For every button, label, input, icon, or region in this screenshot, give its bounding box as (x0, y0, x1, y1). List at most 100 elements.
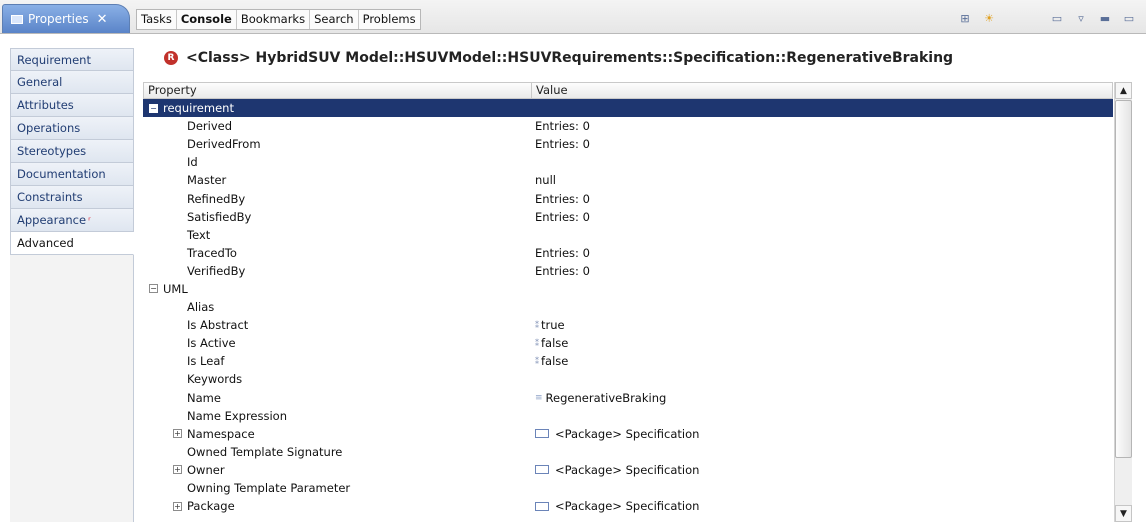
property-name: Id (187, 155, 198, 170)
property-value-cell[interactable]: <Package> Specification (531, 425, 1113, 443)
property-value-cell[interactable]: <Package> Specification (531, 497, 1113, 515)
property-value: null (535, 173, 556, 188)
table-row[interactable]: TracedTo Entries: 0 (143, 244, 1113, 262)
maximize-icon[interactable]: ▭ (1120, 9, 1138, 27)
literal-icon: ⁑ (535, 338, 539, 348)
scroll-thumb[interactable] (1115, 100, 1132, 458)
table-row[interactable]: SatisfiedBy Entries: 0 (143, 208, 1113, 226)
property-value: Entries: 0 (535, 191, 590, 206)
property-value-cell[interactable] (531, 370, 1113, 388)
show-categories-icon[interactable]: ⊞ (956, 9, 974, 27)
literal-icon: ⁑ (535, 356, 539, 366)
property-value-cell[interactable]: ≡ RegenerativeBraking (531, 389, 1113, 407)
property-value-cell[interactable]: Entries: 0 (531, 244, 1113, 262)
property-value-cell[interactable] (531, 479, 1113, 497)
scroll-down-icon[interactable]: ▼ (1115, 505, 1132, 522)
table-row[interactable]: Name Expression (143, 407, 1113, 425)
table-row[interactable]: Id (143, 153, 1113, 171)
table-row[interactable]: Keywords (143, 370, 1113, 388)
table-row[interactable]: DerivedFrom Entries: 0 (143, 135, 1113, 153)
table-row[interactable]: VerifiedBy Entries: 0 (143, 262, 1113, 280)
table-row[interactable]: − requirement (143, 99, 1113, 118)
sidebar-item-requirement[interactable]: Requirement (10, 48, 134, 71)
table-row[interactable]: Name ≡ RegenerativeBraking (143, 389, 1113, 407)
table-row[interactable]: Alias (143, 298, 1113, 316)
property-value-cell[interactable]: Entries: 0 (531, 135, 1113, 153)
view-menu-icon[interactable]: ▿ (1072, 9, 1090, 27)
property-name: Is Abstract (187, 318, 249, 333)
property-value-cell[interactable]: ⁑ false (531, 334, 1113, 352)
table-row[interactable]: Owning Template Parameter (143, 479, 1113, 497)
pin-icon[interactable]: ☀ (980, 9, 998, 27)
property-value-cell[interactable] (531, 99, 1113, 117)
property-value-cell[interactable]: ⁑ false (531, 352, 1113, 370)
minimize-icon[interactable]: ▬ (1096, 9, 1114, 27)
property-name: Name (187, 390, 221, 405)
tab-console[interactable]: Console (177, 10, 237, 29)
table-row[interactable]: Is Leaf ⁑ false (143, 352, 1113, 370)
property-value-cell[interactable] (531, 407, 1113, 425)
property-name: Is Active (187, 336, 236, 351)
sidebar-item-appearance[interactable]: Appearance ʳ (10, 209, 134, 232)
table-row[interactable]: Owned Template Signature (143, 443, 1113, 461)
table-row[interactable]: + Namespace <Package> Specification (143, 425, 1113, 443)
restore-icon[interactable]: ▭ (1048, 9, 1066, 27)
table-row[interactable]: + Owner <Package> Specification (143, 461, 1113, 479)
tab-bookmarks[interactable]: Bookmarks (237, 10, 311, 29)
vertical-scrollbar[interactable]: ▲ ▼ (1114, 82, 1132, 522)
property-value-cell[interactable] (531, 153, 1113, 171)
property-name: Keywords (187, 372, 243, 387)
table-row[interactable]: Is Active ⁑ false (143, 334, 1113, 352)
scroll-up-icon[interactable]: ▲ (1115, 82, 1132, 99)
expand-icon[interactable]: + (173, 465, 182, 475)
property-tabs: Requirement General Attributes Operation… (10, 48, 134, 255)
expand-icon[interactable]: + (173, 429, 182, 439)
sidebar-item-documentation[interactable]: Documentation (10, 163, 134, 186)
sidebar-item-general[interactable]: General (10, 71, 134, 94)
property-value-cell[interactable] (531, 298, 1113, 316)
collapse-icon[interactable]: − (149, 284, 158, 294)
property-name: Namespace (187, 426, 255, 441)
property-value-cell[interactable]: ⁑ true (531, 316, 1113, 334)
sidebar-item-stereotypes[interactable]: Stereotypes (10, 140, 134, 163)
property-value: Entries: 0 (535, 263, 590, 278)
property-value-cell[interactable]: Entries: 0 (531, 208, 1113, 226)
property-value-cell[interactable] (531, 443, 1113, 461)
property-value-cell[interactable]: Entries: 0 (531, 189, 1113, 207)
tab-properties[interactable]: Properties ✕ (2, 4, 130, 33)
sidebar-item-attributes[interactable]: Attributes (10, 94, 134, 117)
table-row[interactable]: Master null (143, 171, 1113, 189)
column-header-value[interactable]: Value (532, 83, 568, 98)
property-name: TracedTo (187, 245, 237, 260)
property-name: Is Leaf (187, 354, 225, 369)
property-value-cell[interactable]: null (531, 171, 1113, 189)
table-header: Property Value (143, 82, 1113, 99)
table-row[interactable]: − UML (143, 280, 1113, 298)
collapse-icon[interactable]: − (149, 103, 158, 113)
property-value: <Package> Specification (555, 499, 700, 514)
tab-problems[interactable]: Problems (359, 10, 420, 29)
property-value: <Package> Specification (555, 426, 700, 441)
page-title: R <Class> HybridSUV Model::HSUVModel::HS… (164, 50, 953, 66)
table-row[interactable]: Derived Entries: 0 (143, 117, 1113, 135)
column-header-property[interactable]: Property (144, 83, 532, 98)
tab-tasks[interactable]: Tasks (137, 10, 177, 29)
table-row[interactable]: RefinedBy Entries: 0 (143, 189, 1113, 207)
property-value-cell[interactable]: <Package> Specification (531, 461, 1113, 479)
table-row[interactable]: Text (143, 226, 1113, 244)
modified-marker-icon: ʳ (88, 216, 91, 227)
property-value-cell[interactable] (531, 280, 1113, 298)
property-value-cell[interactable]: Entries: 0 (531, 262, 1113, 280)
expand-icon[interactable]: + (173, 501, 182, 511)
property-value-cell[interactable]: Entries: 0 (531, 117, 1113, 135)
table-row[interactable]: Is Abstract ⁑ true (143, 316, 1113, 334)
tab-search[interactable]: Search (310, 10, 359, 29)
sidebar-item-advanced[interactable]: Advanced (10, 232, 134, 255)
property-value-cell[interactable] (531, 226, 1113, 244)
property-name: Text (187, 227, 211, 242)
property-value: Entries: 0 (535, 119, 590, 134)
table-row[interactable]: + Package <Package> Specification (143, 497, 1113, 515)
close-icon[interactable]: ✕ (97, 12, 108, 27)
sidebar-item-operations[interactable]: Operations (10, 117, 134, 140)
sidebar-item-constraints[interactable]: Constraints (10, 186, 134, 209)
